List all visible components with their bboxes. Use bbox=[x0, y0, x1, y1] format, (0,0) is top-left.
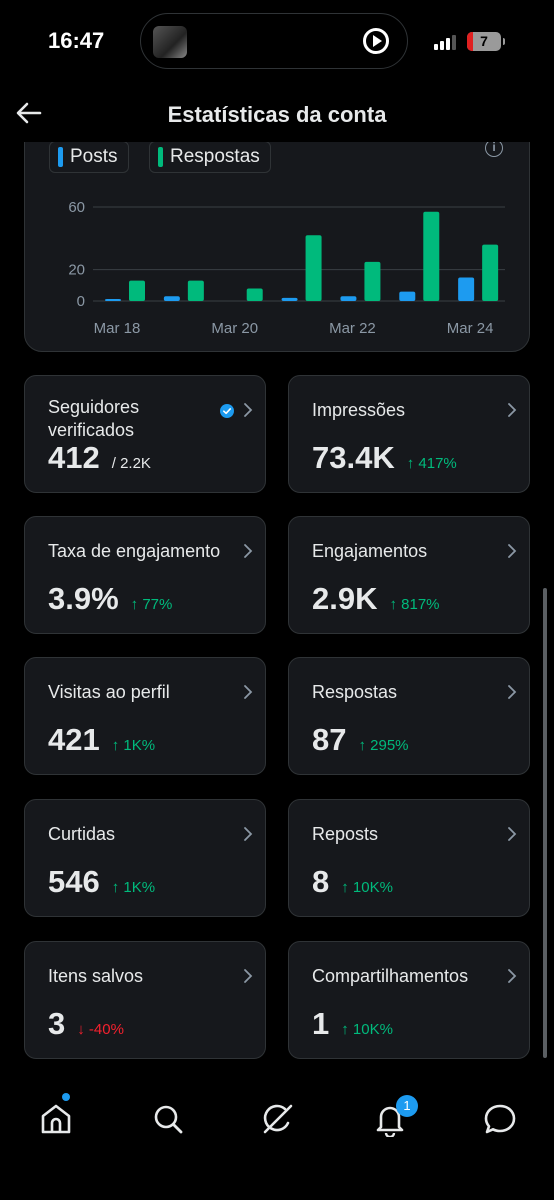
bar-posts bbox=[163, 296, 180, 301]
stat-card-replies[interactable]: Respostas 87 ↑ 295% bbox=[288, 657, 530, 775]
stat-total: / 2.2K bbox=[111, 455, 151, 472]
x-tick-label: Mar 18 bbox=[94, 320, 141, 337]
stat-delta: ↑ 10K% bbox=[341, 1021, 393, 1038]
dynamic-island[interactable] bbox=[140, 13, 408, 69]
stat-delta: ↑ 1K% bbox=[111, 879, 156, 896]
bar-posts bbox=[399, 291, 416, 301]
stat-value: 8 bbox=[312, 864, 330, 899]
media-thumbnail bbox=[153, 26, 187, 58]
stat-label: Taxa de engajamento bbox=[48, 541, 221, 561]
stat-label: Itens salvos bbox=[48, 966, 144, 986]
bar-respostas bbox=[187, 280, 204, 301]
battery-level: 7 bbox=[480, 33, 488, 49]
stat-card-likes[interactable]: Curtidas 546 ↑ 1K% bbox=[24, 799, 266, 917]
stat-label: Engajamentos bbox=[312, 541, 428, 561]
bottom-nav: 1 bbox=[0, 1085, 554, 1200]
messages-icon[interactable] bbox=[482, 1101, 518, 1137]
notification-count-badge: 1 bbox=[396, 1095, 418, 1117]
stat-label: Visitas ao perfil bbox=[48, 682, 170, 702]
stat-delta: ↓ -40% bbox=[77, 1021, 124, 1038]
chevron-right-icon bbox=[508, 544, 517, 558]
grok-icon[interactable] bbox=[260, 1101, 296, 1137]
stat-label: Respostas bbox=[312, 682, 398, 702]
stat-card-reposts[interactable]: Reposts 8 ↑ 10K% bbox=[288, 799, 530, 917]
chevron-right-icon bbox=[244, 827, 253, 841]
stat-value: 3.9% bbox=[48, 581, 119, 616]
status-time: 16:47 bbox=[48, 28, 105, 53]
chevron-right-icon bbox=[244, 969, 253, 983]
search-icon[interactable] bbox=[150, 1101, 186, 1137]
stat-value: 1 bbox=[312, 1006, 330, 1041]
y-tick-label: 60 bbox=[68, 199, 85, 216]
page-title: Estatísticas da conta bbox=[167, 102, 387, 127]
chevron-right-icon bbox=[508, 685, 517, 699]
bar-posts bbox=[458, 277, 475, 301]
stat-value: 73.4K bbox=[312, 440, 395, 475]
stat-label: Reposts bbox=[312, 824, 379, 844]
chevron-right-icon bbox=[508, 403, 517, 417]
stat-card-bookmarks[interactable]: Itens salvos 3 ↓ -40% bbox=[24, 941, 266, 1059]
stat-delta: ↑ 10K% bbox=[341, 879, 393, 896]
chevron-right-icon bbox=[244, 403, 253, 417]
bar-posts bbox=[340, 296, 357, 301]
stat-value: 3 bbox=[48, 1006, 66, 1041]
chevron-right-icon bbox=[508, 827, 517, 841]
stat-delta: ↑ 817% bbox=[389, 596, 440, 613]
bar-posts bbox=[105, 299, 121, 301]
bar-posts bbox=[281, 297, 298, 301]
stat-value: 2.9K bbox=[312, 581, 378, 616]
scrollbar[interactable] bbox=[543, 588, 547, 1058]
signal-icon bbox=[434, 34, 462, 50]
stat-card-impressions[interactable]: Impressões 73.4K ↑ 417% bbox=[288, 375, 530, 493]
stat-delta: ↑ 295% bbox=[358, 737, 409, 754]
stat-delta: ↑ 1K% bbox=[111, 737, 156, 754]
status-bar: 16:47 7 bbox=[0, 0, 554, 90]
stat-label: Seguidores verificados bbox=[48, 397, 140, 440]
bar-respostas bbox=[129, 280, 145, 301]
bar-respostas bbox=[423, 211, 440, 301]
y-tick-label: 0 bbox=[77, 293, 85, 310]
stat-card-profile-visits[interactable]: Visitas ao perfil 421 ↑ 1K% bbox=[24, 657, 266, 775]
bar-respostas bbox=[305, 235, 322, 301]
chevron-right-icon bbox=[244, 544, 253, 558]
bar-respostas bbox=[364, 261, 381, 301]
bar-respostas bbox=[482, 244, 499, 301]
x-tick-label: Mar 24 bbox=[447, 320, 494, 337]
verified-badge-icon bbox=[220, 404, 234, 418]
stat-value: 412 bbox=[48, 440, 100, 475]
home-icon[interactable] bbox=[38, 1101, 74, 1137]
stat-label: Impressões bbox=[312, 400, 406, 420]
stat-card-engagements[interactable]: Engajamentos 2.9K ↑ 817% bbox=[288, 516, 530, 634]
stat-value: 87 bbox=[312, 722, 347, 757]
stat-value: 421 bbox=[48, 722, 100, 757]
stat-card-engagement-rate[interactable]: Taxa de engajamento 3.9% ↑ 77% bbox=[24, 516, 266, 634]
stat-delta: ↑ 417% bbox=[406, 455, 457, 472]
stat-card-verified-followers[interactable]: Seguidores verificados 412 / 2.2K bbox=[24, 375, 266, 493]
stat-label: Curtidas bbox=[48, 824, 116, 844]
media-play-icon[interactable] bbox=[363, 28, 389, 54]
home-notification-dot bbox=[62, 1093, 70, 1101]
stat-value: 546 bbox=[48, 864, 100, 899]
bar-respostas bbox=[246, 288, 263, 301]
y-tick-label: 20 bbox=[68, 262, 85, 279]
stat-card-shares[interactable]: Compartilhamentos 1 ↑ 10K% bbox=[288, 941, 530, 1059]
chevron-right-icon bbox=[244, 685, 253, 699]
x-tick-label: Mar 20 bbox=[211, 320, 258, 337]
app-header: Estatísticas da conta bbox=[0, 90, 554, 142]
chevron-right-icon bbox=[508, 969, 517, 983]
stat-delta: ↑ 77% bbox=[130, 596, 173, 613]
x-tick-label: Mar 22 bbox=[329, 320, 376, 337]
stat-label: Compartilhamentos bbox=[312, 966, 469, 986]
battery-icon: 7 bbox=[467, 32, 505, 51]
